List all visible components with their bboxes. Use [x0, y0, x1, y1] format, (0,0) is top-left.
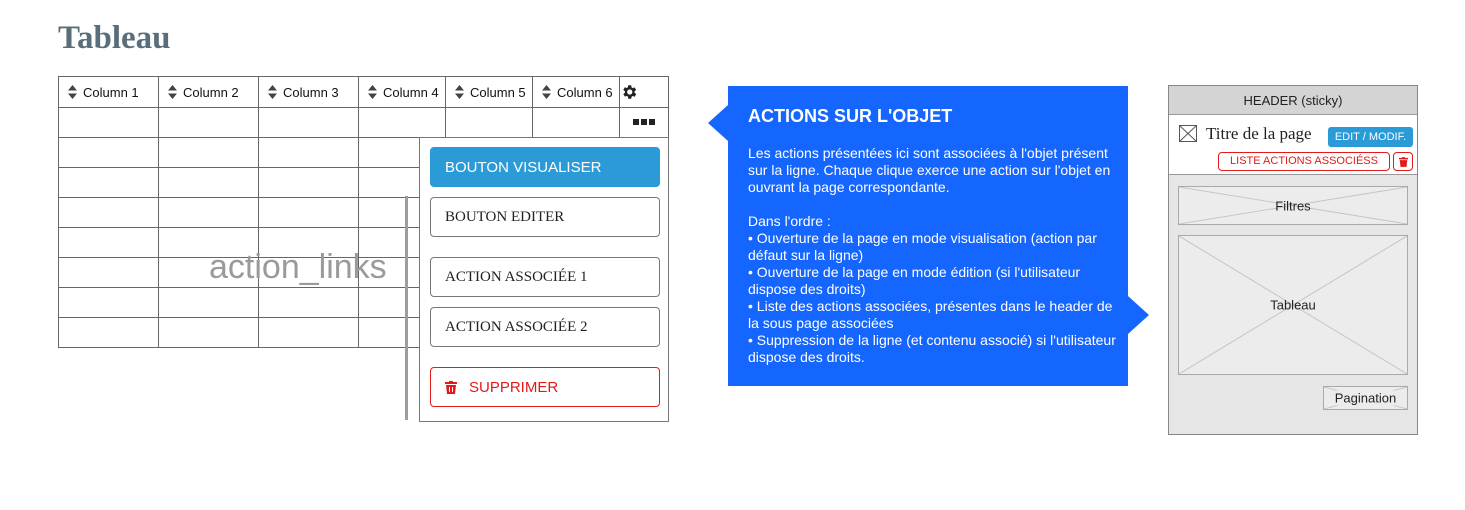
- column-label: Column 3: [283, 84, 339, 100]
- trash-icon: [445, 380, 457, 394]
- column-label: Column 1: [83, 84, 139, 100]
- image-placeholder-icon: [1179, 125, 1197, 142]
- visualize-button[interactable]: BOUTON VISUALISER: [430, 147, 660, 187]
- column-label: Column 5: [470, 84, 526, 100]
- pagination-label: Pagination: [1324, 390, 1407, 406]
- callout-title: ACTIONS SUR L'OBJET: [748, 106, 953, 126]
- column-header[interactable]: Column 2: [158, 76, 259, 108]
- sort-icon[interactable]: [268, 85, 277, 99]
- filters-placeholder: Filtres: [1178, 186, 1408, 225]
- row-actions-cell: [619, 107, 669, 138]
- sort-icon[interactable]: [455, 85, 464, 99]
- callout-list-item: • Ouverture de la page en mode visualisa…: [748, 230, 1097, 263]
- column-header[interactable]: Column 4: [358, 76, 446, 108]
- column-label: Column 2: [183, 84, 239, 100]
- delete-button[interactable]: SUPPRIMER: [430, 367, 660, 407]
- table-label: Tableau: [1270, 297, 1316, 313]
- associated-action-2-button[interactable]: ACTION ASSOCIÉE 2: [430, 307, 660, 347]
- mockup-page-title: Titre de la page: [1206, 124, 1312, 143]
- sort-icon[interactable]: [368, 85, 377, 99]
- column-header[interactable]: Column 1: [58, 76, 159, 108]
- column-header[interactable]: Column 5: [445, 76, 533, 108]
- filters-label: Filtres: [1275, 198, 1311, 213]
- table-header-row: Column 1 Column 2 Column 3 Column 4 Colu…: [58, 76, 669, 108]
- mockup-actions-button[interactable]: LISTE ACTIONS ASSOCIÉSS: [1218, 152, 1390, 171]
- callout-paragraph: Les actions présentées ici sont associée…: [748, 145, 1111, 195]
- sort-icon[interactable]: [168, 85, 177, 99]
- mockup-title-bar: Titre de la page EDIT / MODIF. LISTE ACT…: [1169, 115, 1417, 175]
- settings-cell: [619, 76, 669, 108]
- ellipsis-icon[interactable]: [633, 118, 655, 126]
- delete-label: SUPPRIMER: [469, 378, 559, 396]
- callout-intro: Dans l'ordre :: [748, 213, 831, 229]
- trash-icon: [1398, 156, 1408, 167]
- page-title: Tableau: [58, 20, 171, 56]
- associated-action-1-button[interactable]: ACTION ASSOCIÉE 1: [430, 257, 660, 297]
- column-label: Column 4: [383, 84, 439, 100]
- row-actions-menu: BOUTON VISUALISER BOUTON EDITER ACTION A…: [419, 137, 669, 422]
- edit-button[interactable]: BOUTON EDITER: [430, 197, 660, 237]
- callout-list-item: • Ouverture de la page en mode édition (…: [748, 264, 1081, 297]
- mockup-header: HEADER (sticky): [1169, 86, 1417, 115]
- sort-icon[interactable]: [542, 85, 551, 99]
- table-row[interactable]: [58, 107, 669, 138]
- callout-pointer-left: [708, 105, 728, 141]
- subpage-mockup: HEADER (sticky) Titre de la page EDIT / …: [1168, 85, 1418, 435]
- callout-pointer-right: [1128, 296, 1149, 334]
- column-header[interactable]: Column 3: [258, 76, 359, 108]
- annotation-bracket: [405, 196, 408, 420]
- action-links-annotation: action_links: [209, 248, 387, 286]
- table-placeholder: Tableau: [1178, 235, 1408, 375]
- mockup-delete-button[interactable]: [1393, 152, 1413, 171]
- gear-icon[interactable]: [620, 83, 638, 101]
- column-header[interactable]: Column 6: [532, 76, 620, 108]
- callout-list-item: • Suppression de la ligne (et contenu as…: [748, 332, 1116, 365]
- callout-body: Les actions présentées ici sont associée…: [748, 145, 1118, 366]
- callout-list-item: • Liste des actions associées, présentes…: [748, 298, 1113, 331]
- sort-icon[interactable]: [68, 85, 77, 99]
- pagination-placeholder: Pagination: [1323, 386, 1408, 410]
- actions-callout: ACTIONS SUR L'OBJET Les actions présenté…: [728, 86, 1128, 386]
- column-label: Column 6: [557, 84, 613, 100]
- mockup-edit-button[interactable]: EDIT / MODIF.: [1328, 127, 1413, 147]
